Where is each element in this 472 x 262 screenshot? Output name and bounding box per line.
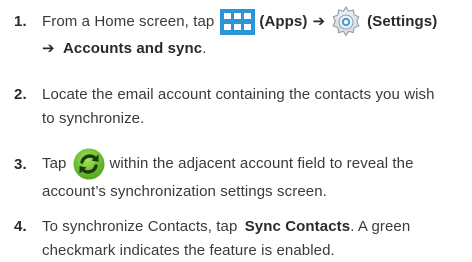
apps-grid-icon bbox=[220, 9, 256, 35]
step-number: 3. bbox=[14, 156, 27, 173]
step-text: To synchronize Contacts, tap bbox=[42, 218, 238, 235]
step-2-line-1: Locate the email account containing the … bbox=[42, 86, 435, 103]
step-text: . A green bbox=[350, 218, 411, 235]
arrow: ➔ bbox=[42, 40, 55, 57]
step-1-line-1: From a Home screen, tap (Apps) ➔ (Settin… bbox=[42, 6, 438, 37]
apps-label: (Apps) bbox=[259, 13, 308, 30]
settings-label: (Settings) bbox=[367, 13, 438, 30]
step-text: within the adjacent account field to rev… bbox=[109, 155, 414, 172]
instructions-page: 1. From a Home screen, tap (Apps) ➔ (Set… bbox=[0, 0, 472, 262]
sync-contacts-label: Sync Contacts bbox=[244, 218, 351, 235]
step-text: Tap bbox=[42, 155, 67, 172]
gear-icon bbox=[332, 6, 360, 37]
step-text: From a Home screen, tap bbox=[42, 13, 215, 30]
step-3-line-2: account’s synchronization settings scree… bbox=[42, 183, 327, 200]
step-4-line-1: To synchronize Contacts, tap Sync Contac… bbox=[42, 218, 410, 236]
step-number: 1. bbox=[14, 13, 27, 30]
arrow: ➔ bbox=[312, 13, 326, 30]
step-2-line-2: to synchronize. bbox=[42, 110, 145, 127]
step-text: . bbox=[202, 40, 207, 57]
step-4-line-2: checkmark indicates the feature is enabl… bbox=[42, 242, 335, 259]
step-3-line-1: Tap within the adjacent account field to… bbox=[42, 147, 414, 181]
step-number: 4. bbox=[14, 218, 27, 235]
step-1-line-2: ➔ Accounts and sync. bbox=[42, 40, 206, 58]
accounts-and-sync-label: Accounts and sync bbox=[62, 40, 203, 57]
step-number: 2. bbox=[14, 86, 27, 103]
sync-icon bbox=[73, 148, 104, 180]
